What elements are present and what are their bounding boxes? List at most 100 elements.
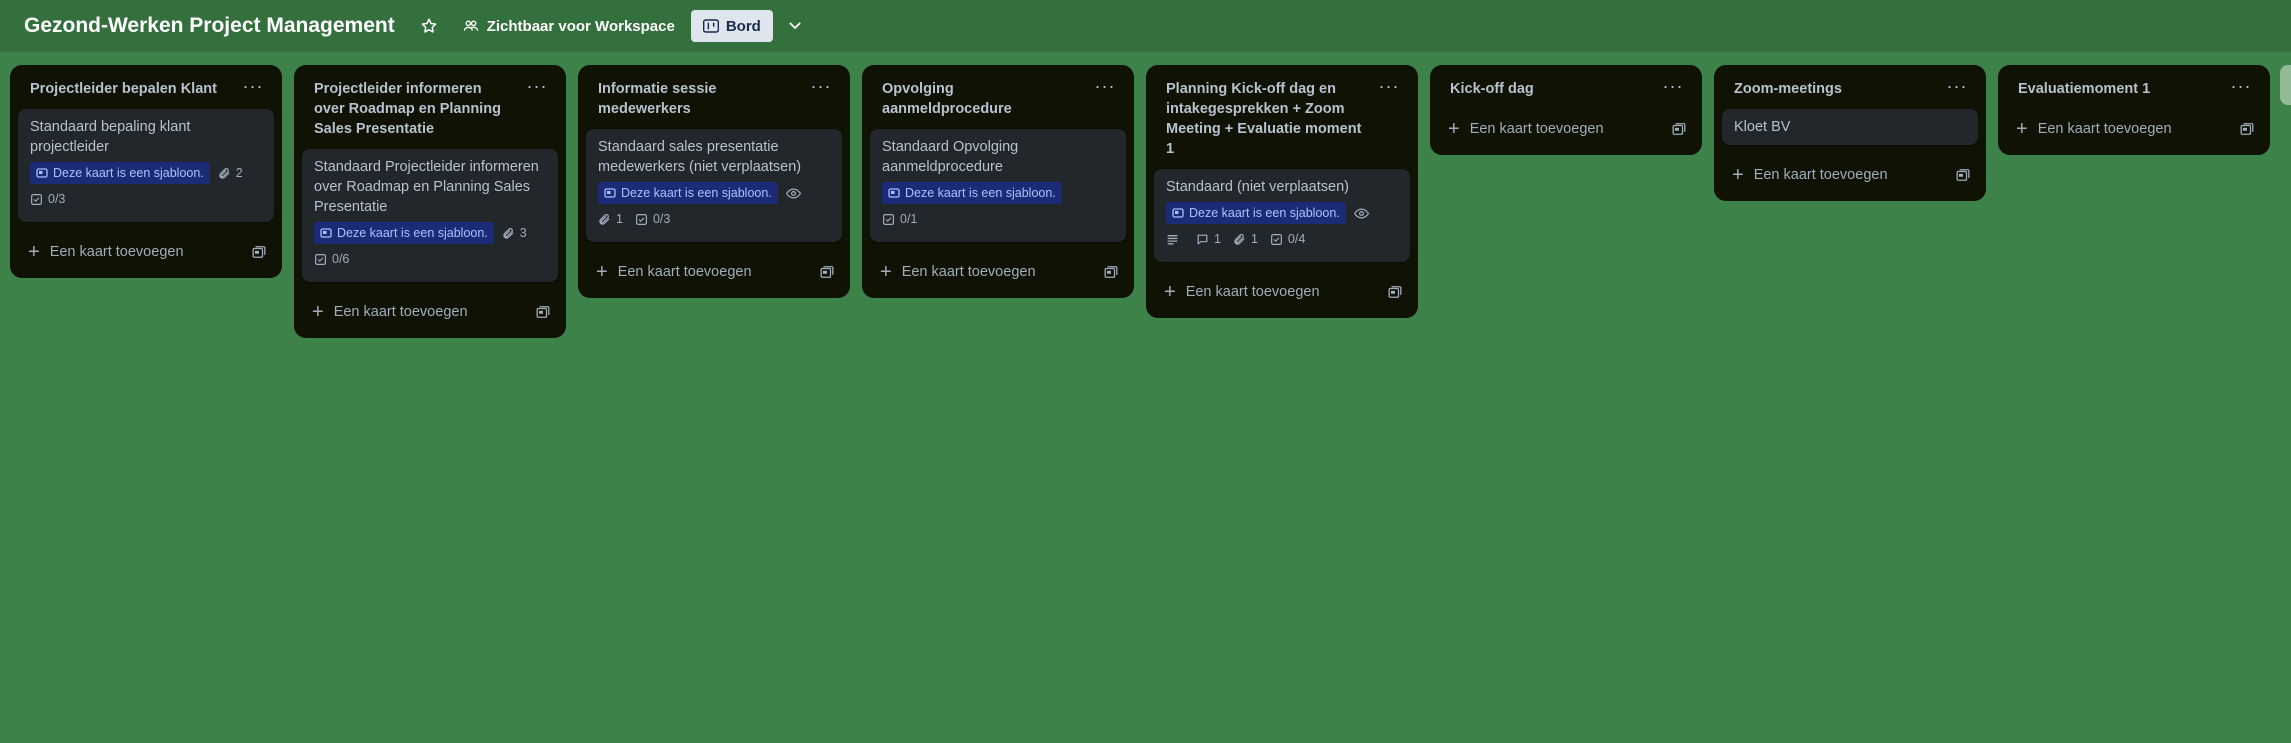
list-title[interactable]: Zoom-meetings [1734, 79, 1934, 99]
visibility-button[interactable]: Zichtbaar voor Workspace [457, 11, 681, 41]
star-button[interactable] [415, 12, 443, 40]
list-menu-icon[interactable]: ··· [1376, 77, 1402, 95]
list-menu-icon[interactable]: ··· [808, 77, 834, 95]
list-title[interactable]: Projectleider bepalen Klant [30, 79, 230, 99]
description-badge [1166, 228, 1184, 250]
watching-badge [785, 182, 806, 204]
checklist-icon [635, 213, 647, 225]
add-card-button[interactable]: + Een kaart toevoegen [870, 252, 1126, 290]
card[interactable]: Standaard Opvolging aanmeldprocedure Dez… [870, 129, 1126, 242]
card[interactable]: Kloet BV [1722, 109, 1978, 145]
create-from-template-icon[interactable] [1388, 285, 1402, 299]
template-icon [604, 188, 616, 198]
card-title: Standaard bepaling klant projectleider [30, 119, 191, 155]
board-header: Gezond-Werken Project Management Zichtba… [0, 0, 2291, 52]
card[interactable]: Standaard sales presentatie medewerkers … [586, 129, 842, 242]
plus-icon: + [1448, 118, 1460, 140]
list-evaluatiemoment-1: Evaluatiemoment 1 ··· + Een kaart toevoeg… [1998, 65, 2270, 155]
create-from-template-icon[interactable] [1956, 168, 1970, 182]
workspace-icon [463, 20, 479, 31]
template-badge: Deze kaart is een sjabloon. [598, 182, 778, 204]
board-title[interactable]: Gezond-Werken Project Management [24, 14, 395, 38]
list-menu-icon[interactable]: ··· [1944, 77, 1970, 95]
card-title: Kloet BV [1734, 119, 1791, 135]
checklist-badge: 0/6 [314, 248, 349, 270]
template-badge: Deze kaart is een sjabloon. [30, 162, 210, 184]
add-card-button[interactable]: + Een kaart toevoegen [1722, 155, 1978, 193]
eye-icon [1353, 207, 1369, 219]
card[interactable]: Standaard bepaling klant projectleider D… [18, 109, 274, 222]
add-card-button[interactable]: + Een kaart toevoegen [1154, 272, 1410, 310]
checklist-icon [1270, 233, 1282, 245]
list-title[interactable]: Opvolging aanmeldprocedure [882, 79, 1082, 119]
add-card-button[interactable]: + Een kaart toevoegen [18, 232, 274, 270]
attachments-badge: 3 [502, 222, 527, 244]
add-list-button[interactable] [2280, 65, 2291, 105]
eye-icon [785, 187, 801, 199]
template-icon [888, 188, 900, 198]
comment-icon [1197, 234, 1208, 244]
list-title[interactable]: Projectleider informeren over Roadmap en… [314, 79, 514, 139]
checklist-icon [883, 213, 894, 225]
watching-badge [1353, 202, 1374, 224]
checklist-icon [31, 193, 42, 205]
card[interactable]: Standaard Projectleider informeren over … [302, 149, 558, 282]
plus-icon: + [312, 301, 324, 323]
list-menu-icon[interactable]: ··· [1660, 77, 1686, 95]
list-informatie-sessie: Informatie sessie medewerkers ··· Standa… [578, 65, 850, 298]
list-menu-icon[interactable]: ··· [240, 77, 266, 95]
checklist-badge: 0/4 [1270, 228, 1305, 250]
list-kick-off-dag: Kick-off dag ··· + Een kaart toevoegen [1430, 65, 1702, 155]
star-icon [421, 18, 437, 33]
create-from-template-icon[interactable] [1672, 122, 1686, 136]
plus-icon: + [1732, 164, 1744, 186]
plus-icon: + [28, 241, 40, 263]
create-from-template-icon[interactable] [2240, 122, 2254, 136]
create-from-template-icon[interactable] [820, 265, 834, 279]
attachments-badge: 1 [1233, 228, 1258, 250]
add-card-button[interactable]: + Een kaart toevoegen [586, 252, 842, 290]
paperclip-icon [219, 167, 230, 179]
card-title: Standaard Opvolging aanmeldprocedure [882, 139, 1019, 175]
checklist-badge: 0/3 [30, 188, 65, 210]
paperclip-icon [503, 227, 514, 239]
template-icon [1172, 208, 1184, 218]
add-card-button[interactable]: + Een kaart toevoegen [1438, 109, 1694, 147]
paperclip-icon [1234, 233, 1245, 245]
plus-icon: + [2016, 118, 2028, 140]
description-icon [1167, 234, 1178, 244]
list-menu-icon[interactable]: ··· [2228, 77, 2254, 95]
board-icon [702, 19, 719, 33]
plus-icon: + [880, 261, 892, 283]
template-icon [36, 168, 48, 178]
list-title[interactable]: Kick-off dag [1450, 79, 1650, 99]
list-title[interactable]: Informatie sessie medewerkers [598, 79, 798, 119]
list-planning-kick-off: Planning Kick-off dag en intakegesprekke… [1146, 65, 1418, 318]
list-title[interactable]: Planning Kick-off dag en intakegesprekke… [1166, 79, 1366, 159]
paperclip-icon [599, 213, 610, 225]
card-title: Standaard sales presentatie medewerkers … [598, 139, 802, 175]
template-badge: Deze kaart is een sjabloon. [1166, 202, 1346, 224]
create-from-template-icon[interactable] [1104, 265, 1118, 279]
template-badge: Deze kaart is een sjabloon. [314, 222, 494, 244]
list-menu-icon[interactable]: ··· [524, 77, 550, 95]
add-card-button[interactable]: + Een kaart toevoegen [302, 292, 558, 330]
template-badge: Deze kaart is een sjabloon. [882, 182, 1062, 204]
card[interactable]: Standaard (niet verplaatsen) Deze kaart … [1154, 169, 1410, 262]
attachments-badge: 1 [598, 208, 623, 230]
board-view-button[interactable]: Bord [690, 10, 773, 42]
checklist-badge: 0/1 [882, 208, 917, 230]
add-card-button[interactable]: + Een kaart toevoegen [2006, 109, 2262, 147]
card-title: Standaard (niet verplaatsen) [1166, 179, 1349, 195]
visibility-label: Zichtbaar voor Workspace [486, 17, 675, 35]
attachments-badge: 2 [218, 162, 243, 184]
list-title[interactable]: Evaluatiemoment 1 [2018, 79, 2218, 99]
checklist-badge: 0/3 [635, 208, 670, 230]
list-opvolging-aanmeldprocedure: Opvolging aanmeldprocedure ··· Standaard… [862, 65, 1134, 298]
view-switcher-button[interactable] [781, 12, 809, 40]
create-from-template-icon[interactable] [252, 245, 266, 259]
list-menu-icon[interactable]: ··· [1092, 77, 1118, 95]
board-view-label: Bord [725, 17, 761, 35]
create-from-template-icon[interactable] [536, 305, 550, 319]
template-icon [320, 228, 332, 238]
